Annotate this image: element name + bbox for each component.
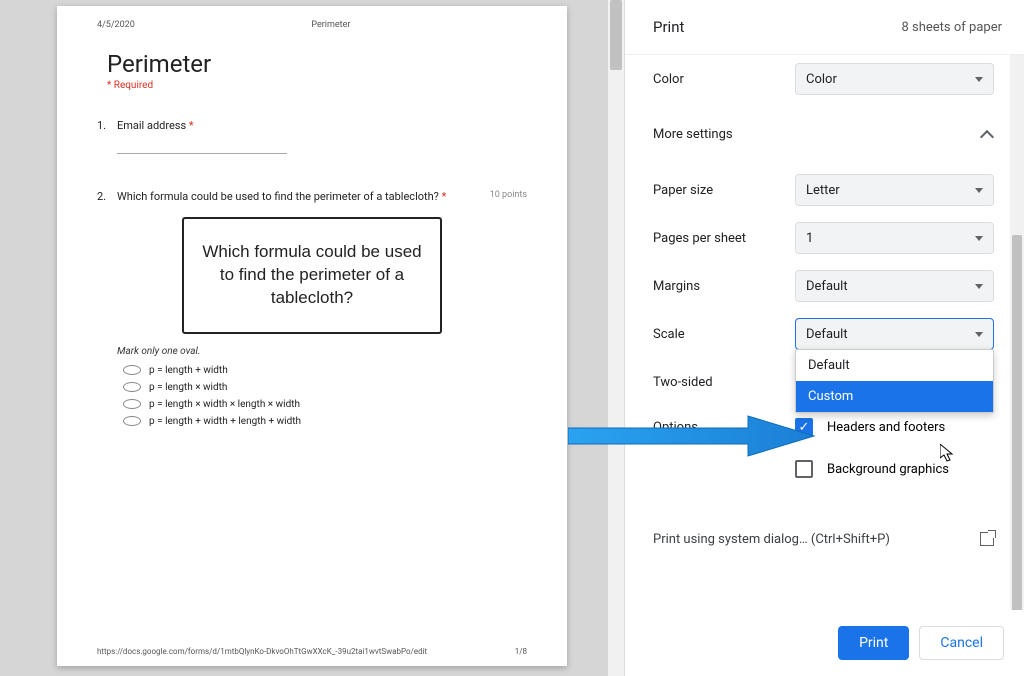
two-sided-label: Two-sided [653,375,795,390]
question-points: 10 points [490,190,527,200]
question-text-label: Which formula could be used to find the … [117,190,439,203]
required-star: * [442,190,447,203]
chevron-down-icon [975,284,983,289]
document-page: 4/5/2020 Perimeter Perimeter * Required … [57,6,567,666]
doc-title: Perimeter [107,50,527,78]
required-star: * [189,119,194,132]
background-graphics-label: Background graphics [827,462,949,477]
doc-required-label: * Required [107,80,527,91]
margins-label: Margins [653,279,795,294]
system-dialog-row[interactable]: Print using system dialog… (Ctrl+Shift+P… [625,504,1024,559]
question-number: 2. [97,190,117,203]
option-label: p = length × width × length × width [149,399,300,410]
background-graphics-row: Background graphics [625,454,1024,484]
background-graphics-checkbox[interactable] [795,460,813,478]
doc-page-number: 1/8 [515,647,527,656]
print-settings-body: Color Color More settings Paper size Let… [625,54,1024,610]
scale-option-default[interactable]: Default [796,350,993,381]
select-value: 1 [806,231,813,246]
question-1: 1. Email address * [97,119,527,132]
question-number: 1. [97,119,117,132]
option-label: p = length + width + length + width [149,416,301,427]
select-value: Letter [806,183,840,198]
option-label: p = length + width [149,365,228,376]
print-dialog: Print 8 sheets of paper Color Color More… [624,0,1024,676]
option-row: p = length × width [123,382,527,393]
cancel-button[interactable]: Cancel [919,626,1004,660]
question-text: Which formula could be used to find the … [117,190,527,203]
oval-icon [123,365,141,375]
question-image-box: Which formula could be used to find the … [182,217,442,334]
question-text: Email address * [117,119,527,132]
print-preview-area: 4/5/2020 Perimeter Perimeter * Required … [0,0,624,676]
doc-header-title: Perimeter [311,20,350,30]
paper-size-label: Paper size [653,183,795,198]
scale-row: Scale Default Default Custom [625,310,1024,358]
margins-row: Margins Default [625,262,1024,310]
chevron-down-icon [975,188,983,193]
sheet-count: 8 sheets of paper [901,20,1002,35]
scale-option-custom[interactable]: Custom [796,381,993,412]
question-text-label: Email address [117,119,186,132]
print-title: Print [653,18,684,36]
option-row: p = length + width [123,365,527,376]
scale-label: Scale [653,327,795,342]
more-settings-label: More settings [653,127,733,142]
select-value: Color [806,72,837,87]
dialog-buttons: Print Cancel [625,610,1024,676]
preview-scrollbar[interactable] [608,0,624,676]
scale-select[interactable]: Default Default Custom [795,318,994,350]
scale-dropdown: Default Custom [795,349,994,413]
mark-hint: Mark only one oval. [117,346,527,357]
options-label: Options [653,420,795,435]
headers-footers-checkbox[interactable]: ✓ [795,418,813,436]
margins-select[interactable]: Default [795,270,994,302]
doc-header-row: 4/5/2020 Perimeter [97,20,527,30]
doc-date: 4/5/2020 [97,20,135,30]
option-row: p = length × width × length × width [123,399,527,410]
print-button[interactable]: Print [838,626,909,660]
pages-per-sheet-select[interactable]: 1 [795,222,994,254]
oval-icon [123,399,141,409]
doc-footer-url: https://docs.google.com/forms/d/1mtbQlyn… [97,647,427,656]
paper-size-row: Paper size Letter [625,166,1024,214]
pages-per-sheet-label: Pages per sheet [653,231,795,246]
pages-per-sheet-row: Pages per sheet 1 [625,214,1024,262]
oval-icon [123,382,141,392]
external-link-icon [980,532,994,546]
settings-scrollbar[interactable] [1010,55,1024,610]
select-value: Default [806,327,848,342]
email-input-line [117,140,287,154]
more-settings-toggle[interactable]: More settings [625,103,1024,166]
color-row: Color Color [625,55,1024,103]
print-header: Print 8 sheets of paper [625,0,1024,54]
chevron-down-icon [975,236,983,241]
color-label: Color [653,72,795,87]
doc-footer: https://docs.google.com/forms/d/1mtbQlyn… [97,647,527,656]
system-dialog-label: Print using system dialog… (Ctrl+Shift+P… [653,532,890,547]
chevron-down-icon [975,77,983,82]
scrollbar-thumb[interactable] [610,0,622,70]
oval-icon [123,416,141,426]
color-select[interactable]: Color [795,63,994,95]
chevron-up-icon [980,129,994,143]
option-label: p = length × width [149,382,227,393]
paper-size-select[interactable]: Letter [795,174,994,206]
headers-footers-label: Headers and footers [827,420,945,435]
option-row: p = length + width + length + width [123,416,527,427]
question-2: 2. Which formula could be used to find t… [97,190,527,203]
select-value: Default [806,279,848,294]
scrollbar-thumb[interactable] [1012,235,1022,610]
chevron-down-icon [975,332,983,337]
